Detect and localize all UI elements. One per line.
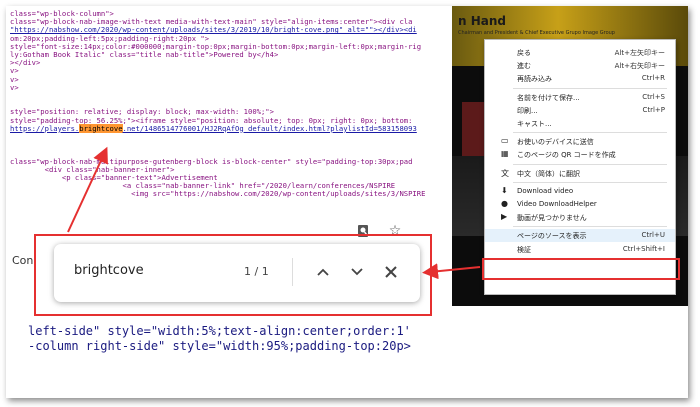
annotation-arrows (67, 146, 481, 280)
screenshot-composite: class="wp-block-column"> class="wp-block-… (6, 6, 688, 398)
arrow-to-source-match (67, 146, 108, 233)
arrow-to-find-bar (422, 263, 481, 280)
